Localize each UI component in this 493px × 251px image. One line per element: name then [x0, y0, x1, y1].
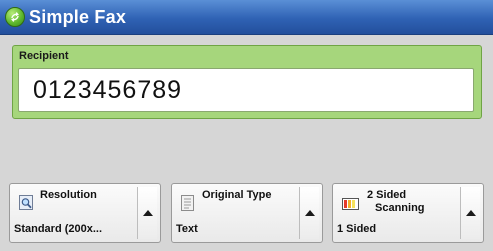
original-type-arrow-button[interactable] [299, 187, 319, 239]
original-type-button[interactable]: Original Type Text [171, 183, 323, 243]
recipient-label: Recipient [19, 50, 69, 62]
arrow-up-icon [304, 210, 315, 216]
original-type-label: Original Type [202, 189, 272, 201]
two-sided-scanning-label-line2: Scanning [375, 202, 425, 214]
two-sided-scanning-value: 1 Sided [337, 223, 377, 235]
resolution-arrow-button[interactable] [137, 187, 157, 239]
two-sided-scanning-label-line1: 2 Sided [367, 189, 407, 201]
original-type-main-area[interactable]: Original Type Text [172, 184, 302, 242]
two-sided-scanning-arrow-button[interactable] [460, 187, 480, 239]
app-title: Simple Fax [29, 6, 127, 27]
document-icon [181, 195, 195, 211]
resolution-value: Standard (200x... [14, 223, 103, 235]
fax-app-icon [5, 7, 25, 27]
recipient-input[interactable]: 0123456789 [18, 68, 474, 112]
arrow-up-icon [465, 210, 476, 216]
recipient-panel[interactable]: Recipient 0123456789 [12, 45, 482, 119]
resolution-main-area[interactable]: Resolution Standard (200x... [10, 184, 140, 242]
two-sided-scanning-label: 2 Sided Scanning [367, 189, 425, 215]
recipient-value: 0123456789 [33, 76, 183, 104]
main-panel: Recipient 0123456789 Resolution Standard… [0, 35, 493, 251]
title-bar: Simple Fax [0, 0, 493, 35]
two-sided-scanning-main-area[interactable]: 2 Sided Scanning 1 Sided [333, 184, 463, 242]
resolution-magnifier-icon [19, 195, 33, 211]
two-sided-scanning-button[interactable]: 2 Sided Scanning 1 Sided [332, 183, 484, 243]
resolution-label: Resolution [40, 189, 97, 201]
two-sided-scanning-icon [342, 195, 360, 211]
resolution-button[interactable]: Resolution Standard (200x... [9, 183, 161, 243]
arrow-up-icon [142, 210, 153, 216]
original-type-value: Text [176, 223, 198, 235]
